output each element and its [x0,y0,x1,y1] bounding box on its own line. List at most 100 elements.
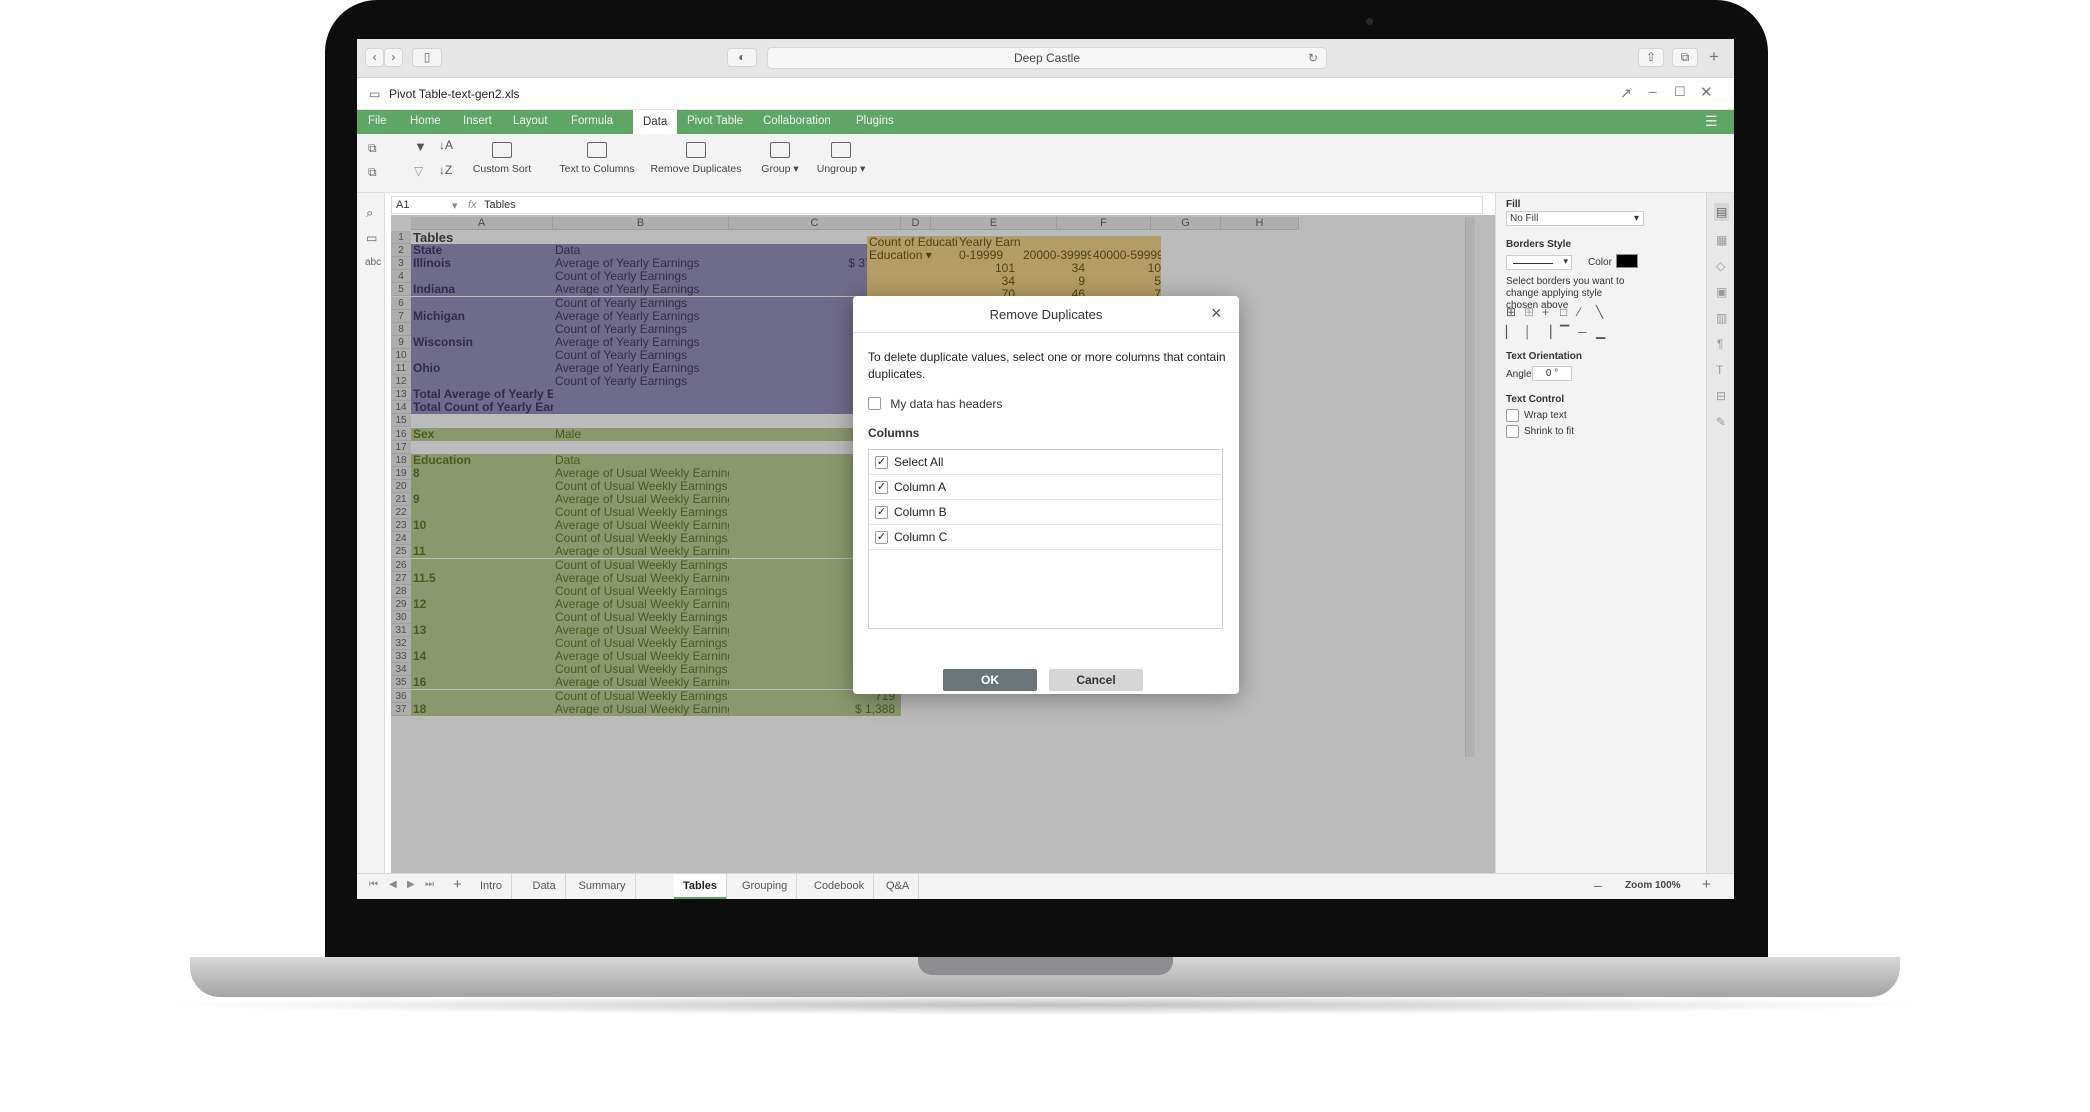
back-icon[interactable]: ‹ [365,48,384,67]
signature-icon[interactable]: ✎ [1716,415,1726,429]
group-button[interactable]: Group ▾ [755,142,805,175]
copy-icon[interactable]: ⧉ [368,141,377,156]
address-bar[interactable]: Deep Castle ↻ [767,47,1327,69]
border-line-select[interactable]: ▾ [1506,255,1572,270]
menu-layout[interactable]: Layout [513,115,548,127]
remove-duplicates-button[interactable]: Remove Duplicates [647,142,745,175]
shape-settings-icon[interactable]: ◇ [1716,259,1725,273]
spellcheck-icon[interactable]: abc [365,257,381,268]
column-b-label: Column B [894,505,947,519]
add-sheet-icon[interactable]: + [453,876,462,893]
last-sheet-icon[interactable]: ⏭ [425,879,434,890]
menu-collaboration[interactable]: Collaboration [763,115,831,127]
select-all-item[interactable]: ✓ Select All [869,450,1222,475]
fill-select[interactable]: No Fill ▾ [1506,211,1644,226]
hamburger-icon[interactable]: ☰ [1705,113,1718,130]
wrap-text-checkbox[interactable] [1506,409,1519,422]
border-inner-icon[interactable]: ⊞ [1524,305,1534,319]
close-icon[interactable]: ✕ [1700,83,1713,101]
tabs-icon[interactable]: ⧉ [1672,48,1698,67]
border-outer-icon[interactable]: □ [1560,305,1567,319]
column-c-checkbox[interactable]: ✓ [875,531,888,545]
angle-value: 0 ° [1545,368,1559,379]
border-middle-icon[interactable]: ─ [1578,325,1587,339]
remove-duplicates-dialog: Remove Duplicates × To delete duplicate … [853,296,1239,694]
zoom-out-icon[interactable]: – [1594,877,1602,893]
border-diagonal-up-icon[interactable]: ⁄ [1578,305,1580,319]
border-cross-icon[interactable]: + [1542,305,1549,319]
column-a-checkbox[interactable]: ✓ [875,481,888,495]
clear-filter-icon[interactable]: ▽ [414,164,423,178]
maximize-icon[interactable]: ☐ [1674,84,1686,100]
reload-icon[interactable]: ↻ [1308,48,1318,69]
comment-icon[interactable]: ▭ [366,231,377,245]
chart-settings-icon[interactable]: ▥ [1716,311,1727,325]
sheet-tab[interactable]: Intro [471,874,513,899]
image-settings-icon[interactable]: ▣ [1716,285,1727,299]
custom-sort-button[interactable]: Custom Sort [467,142,537,175]
filter-icon[interactable]: ▼ [414,139,427,154]
prev-sheet-icon[interactable]: ◀ [389,879,397,890]
sheet-tab[interactable]: Data [524,874,566,899]
fill-heading: Fill [1506,199,1521,210]
cell-settings-icon[interactable]: ▤ [1714,203,1730,221]
sheet-tab[interactable]: Codebook [805,874,875,899]
border-top-icon[interactable]: ▔ [1560,325,1569,339]
border-all-icon[interactable]: ⊞ [1506,305,1516,319]
document-icon: ▭ [369,87,381,101]
menu-data[interactable]: Data [633,110,678,134]
cancel-button[interactable]: Cancel [1049,669,1143,691]
fx-icon[interactable]: fx [468,199,477,211]
forward-icon[interactable]: › [384,48,403,67]
first-sheet-icon[interactable]: ⏮ [369,879,378,890]
laptop-notch [918,957,1173,975]
column-b-checkbox[interactable]: ✓ [875,506,888,520]
headers-checkbox[interactable] [868,397,881,411]
menu-file[interactable]: File [368,115,387,127]
border-color-swatch[interactable] [1616,254,1638,268]
sort-ascending-icon[interactable]: ↓A [439,138,453,152]
border-bottom-icon[interactable]: ▁ [1596,325,1605,339]
zoom-in-icon[interactable]: + [1702,876,1711,893]
border-left-icon[interactable]: ▏ [1506,325,1515,339]
cell-reference-box[interactable]: A1 [396,199,409,211]
next-sheet-icon[interactable]: ▶ [407,879,415,890]
sheet-tab[interactable]: Tables [674,874,728,899]
shrink-to-fit-checkbox[interactable] [1506,425,1519,438]
search-icon[interactable]: ⌕ [366,205,373,221]
sidebar-toggle-icon[interactable]: ▯ [412,48,442,67]
pivot-settings-icon[interactable]: ⊟ [1716,389,1726,403]
border-center-icon[interactable]: │ [1524,325,1532,339]
paragraph-settings-icon[interactable]: ¶ [1717,337,1723,351]
sheet-tab[interactable]: Q&A [877,874,920,899]
text-art-icon[interactable]: T [1716,363,1723,377]
border-right-icon[interactable]: ▕ [1542,325,1551,339]
menu-plugins[interactable]: Plugins [856,115,894,127]
menu-pivot-table[interactable]: Pivot Table [687,115,743,127]
sheet-tab[interactable]: Summary Stats [570,874,636,899]
ok-button[interactable]: OK [943,669,1037,691]
sort-descending-icon[interactable]: ↓Z [439,163,452,177]
select-all-checkbox[interactable]: ✓ [875,456,888,470]
column-b-item[interactable]: ✓ Column B [869,500,1222,525]
table-settings-icon[interactable]: ▦ [1716,233,1727,247]
cell-reference-dropdown-icon[interactable]: ▾ [452,199,458,212]
menu-formula[interactable]: Formula [571,115,613,127]
new-tab-icon[interactable]: + [1709,47,1719,67]
open-external-icon[interactable]: ↗ [1620,85,1632,102]
column-a-item[interactable]: ✓ Column A [869,475,1222,500]
border-diagonal-down-icon[interactable]: ╲ [1596,305,1603,319]
privacy-shield-icon[interactable]: ◐ [727,48,757,67]
text-to-columns-button[interactable]: Text to Columns [557,142,637,175]
formula-input[interactable]: Tables [484,199,516,211]
sheet-tab[interactable]: Grouping [733,874,798,899]
menu-insert[interactable]: Insert [463,115,492,127]
menu-home[interactable]: Home [410,115,441,127]
column-c-item[interactable]: ✓ Column C [869,525,1222,550]
dialog-close-icon[interactable]: × [1211,303,1222,324]
angle-input[interactable]: 0 ° [1532,366,1572,381]
share-icon[interactable]: ⇧ [1638,48,1664,67]
ungroup-button[interactable]: Ungroup ▾ [811,142,871,175]
paste-icon[interactable]: ⧉ [368,165,377,180]
minimize-icon[interactable]: – [1649,83,1657,99]
